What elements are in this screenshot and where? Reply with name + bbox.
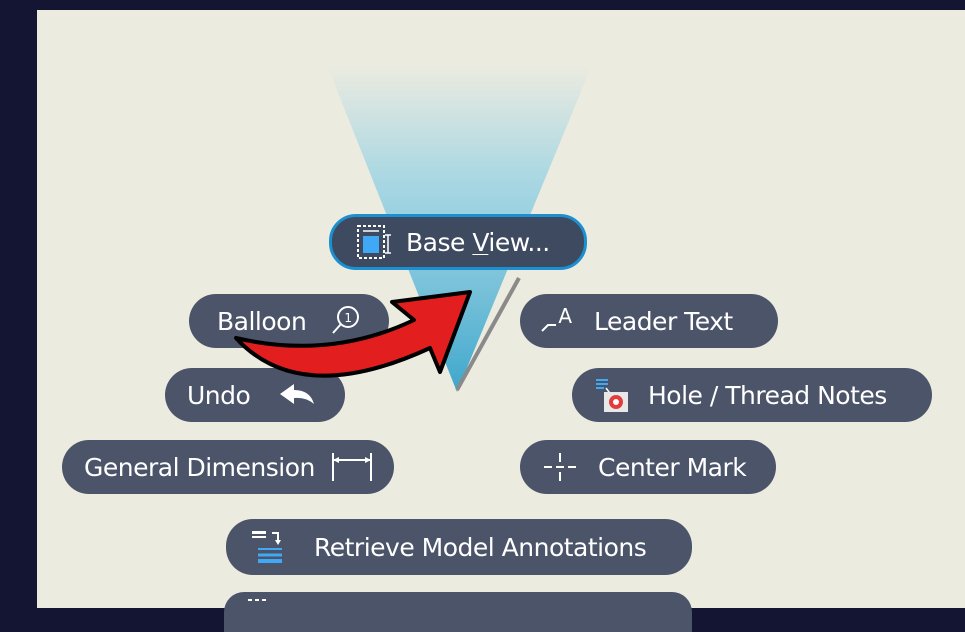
leader-text-label: Leader Text <box>594 306 733 336</box>
general-dimension-button[interactable]: General Dimension <box>62 440 394 494</box>
center-mark-label: Center Mark <box>598 452 747 482</box>
base-view-button[interactable]: Base View... <box>329 214 587 270</box>
hole-thread-notes-label: Hole / Thread Notes <box>648 380 887 410</box>
retrieve-model-annotations-label: Retrieve Model Annotations <box>314 532 647 562</box>
retrieve-model-annotations-button[interactable]: Retrieve Model Annotations <box>226 519 692 575</box>
general-dimension-label: General Dimension <box>84 452 315 482</box>
retrieve-model-annotations-icon <box>248 527 288 567</box>
undo-arrow-icon <box>276 380 320 410</box>
center-mark-icon <box>542 450 578 484</box>
svg-text:1: 1 <box>345 311 352 325</box>
leader-text-button[interactable]: A Leader Text <box>520 294 778 348</box>
hole-thread-notes-icon <box>592 376 632 414</box>
undo-button[interactable]: Undo <box>165 368 345 422</box>
base-view-icon <box>354 223 394 261</box>
base-view-label: Base View... <box>406 227 550 257</box>
svg-text:A: A <box>558 304 572 328</box>
partially-visible-menu-item[interactable] <box>224 592 692 632</box>
balloon-button[interactable]: Balloon 1 <box>189 294 389 348</box>
undo-label: Undo <box>187 380 251 410</box>
balloon-icon: 1 <box>328 304 362 338</box>
partial-menu-item-icon <box>246 596 276 606</box>
center-mark-button[interactable]: Center Mark <box>520 440 776 494</box>
leader-text-icon: A <box>538 303 578 339</box>
balloon-label: Balloon <box>217 306 307 336</box>
hole-thread-notes-button[interactable]: Hole / Thread Notes <box>572 368 932 422</box>
general-dimension-icon <box>329 450 375 484</box>
